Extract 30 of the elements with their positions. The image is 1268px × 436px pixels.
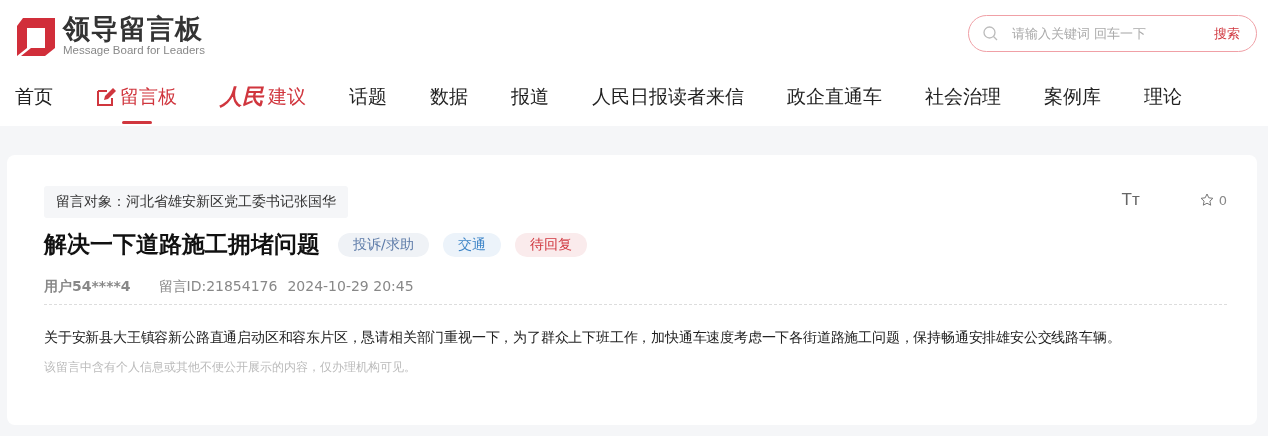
message-body: 关于安新县大王镇容新公路直通启动区和容东片区，恳请相关部门重视一下，为了群众上下班工作，加快通车速度考虑一下各街道路施工问题，保持畅通安排雄安公交线路车辆。	[44, 329, 1122, 347]
user-name: 用户54****4	[44, 278, 131, 296]
nav-tab[interactable]: 理论	[1144, 82, 1182, 124]
nav-tab[interactable]: 人民 建议	[220, 82, 306, 124]
nav-tab[interactable]: 社会治理	[925, 82, 1001, 124]
star-icon	[1199, 193, 1214, 207]
search-icon	[983, 26, 998, 41]
nav-tab[interactable]: 首页	[15, 82, 53, 124]
tag: 投诉/求助	[338, 232, 429, 257]
favorite-button[interactable]: 0	[1199, 192, 1227, 208]
message-target: 留言对象：河北省雄安新区党工委书记张国华	[44, 186, 348, 218]
message-time: 2024-10-29 20:45	[287, 278, 414, 296]
font-size-button[interactable]: Tт	[1121, 190, 1140, 210]
nav-tab[interactable]: 人民日报读者来信	[592, 82, 744, 124]
nav-tab[interactable]: 案例库	[1044, 82, 1101, 124]
nav-tab[interactable]: 留言板	[96, 82, 177, 124]
nav-tab[interactable]: 政企直通车	[787, 82, 882, 124]
logo-icon	[15, 15, 57, 56]
nav-tab[interactable]: 报道	[511, 82, 549, 124]
nav-tab[interactable]: 话题	[349, 82, 387, 124]
logo-subtitle: Message Board for Leaders	[63, 44, 205, 57]
message-id: 留言ID:21854176	[158, 278, 278, 296]
tag: 交通	[442, 232, 501, 257]
nav-tab[interactable]: 数据	[430, 82, 468, 124]
privacy-note: 该留言中含有个人信息或其他不便公开展示的内容，仅办理机构可见。	[44, 359, 417, 376]
tag: 待回复	[514, 232, 587, 257]
search-button[interactable]: 搜索	[1214, 24, 1240, 43]
message-title: 解决一下道路施工拥堵问题	[44, 230, 320, 259]
pen-icon	[96, 87, 116, 107]
logo-title: 领导留言板	[63, 14, 204, 44]
